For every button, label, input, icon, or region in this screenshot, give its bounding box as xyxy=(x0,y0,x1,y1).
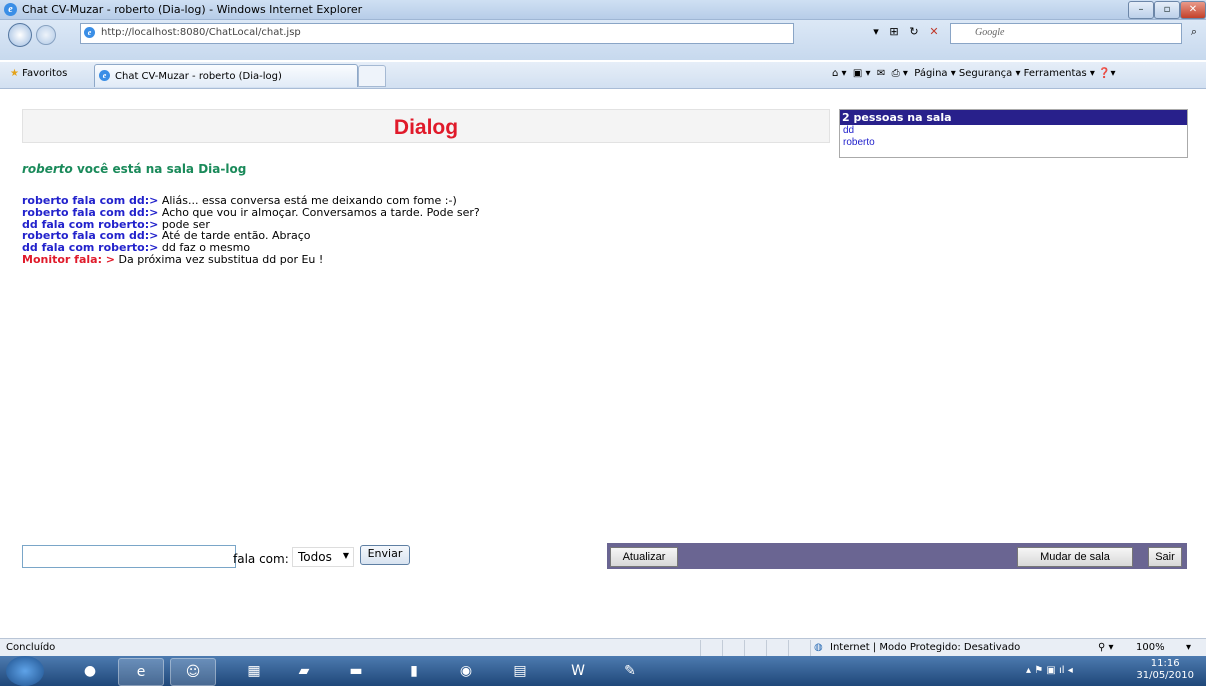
clock-date: 31/05/2010 xyxy=(1136,670,1194,681)
divider xyxy=(766,640,767,656)
message-speaker-monitor: Monitor fala: > xyxy=(22,252,116,266)
clock[interactable]: 11:16 31/05/2010 xyxy=(1136,658,1194,682)
address-bar[interactable]: e http://localhost:8080/ChatLocal/chat.j… xyxy=(80,23,794,44)
divider xyxy=(788,640,789,656)
tab-title: Chat CV-Muzar - roberto (Dia-log) xyxy=(115,71,282,82)
print-icon[interactable]: ⎙ ▾ xyxy=(892,68,908,79)
room-title: Dialog xyxy=(393,116,459,139)
users-list: 2 pessoas na sala dd roberto xyxy=(839,109,1188,158)
stop-icon[interactable]: ✕ xyxy=(926,24,942,40)
tab-row: ★ Favoritos e Chat CV-Muzar - roberto (D… xyxy=(0,62,1206,89)
protected-mode-icon[interactable]: ⚲ ▾ xyxy=(1098,642,1114,653)
new-tab-button[interactable] xyxy=(358,65,386,87)
divider xyxy=(744,640,745,656)
search-placeholder: Google xyxy=(975,27,1005,38)
message-item: Monitor fala: > Da próxima vez substitua… xyxy=(22,254,480,266)
internet-explorer-icon[interactable]: e xyxy=(118,658,164,686)
window-titlebar: e Chat CV-Muzar - roberto (Dia-log) - Wi… xyxy=(0,0,1206,20)
close-button[interactable]: ✕ xyxy=(1180,1,1206,19)
welcome-message: roberto você está na sala Dia-log xyxy=(22,162,246,176)
taskbar: ● e ☺ ▦ ▰ ▬ ▮ ◉ ▤ W ✎ ▴ ⚑ ▣ ıl ◂ 11:16 3… xyxy=(0,656,1206,686)
firefox-icon[interactable]: ● xyxy=(68,658,112,684)
recipient-select[interactable]: Todos ▼ xyxy=(292,547,354,567)
recipient-selected: Todos xyxy=(298,550,332,564)
eclipse-icon[interactable]: ◉ xyxy=(444,658,488,684)
dropdown-icon[interactable]: ▾ xyxy=(868,24,884,40)
refresh-icon[interactable]: ↻ xyxy=(906,24,922,40)
messenger-icon[interactable]: ☺ xyxy=(170,658,216,686)
page-content: Dialog 2 pessoas na sala dd roberto robe… xyxy=(0,89,1206,638)
divider xyxy=(722,640,723,656)
mail-icon[interactable]: ✉ xyxy=(877,68,885,79)
fala-com-label: fala com: xyxy=(233,552,289,566)
star-icon: ★ xyxy=(10,68,19,79)
minimize-button[interactable]: – xyxy=(1128,1,1154,19)
home-icon[interactable]: ⌂ ▾ xyxy=(832,68,847,79)
search-icon[interactable]: ⌕ xyxy=(1186,24,1202,40)
action-bar: Atualizar Mudar de sala Sair xyxy=(607,543,1187,569)
tab-active[interactable]: e Chat CV-Muzar - roberto (Dia-log) xyxy=(94,64,358,87)
message-input[interactable] xyxy=(22,545,236,568)
command-prompt-icon[interactable]: ▬ xyxy=(334,658,378,684)
help-icon[interactable]: ❓▾ xyxy=(1098,68,1115,79)
search-input[interactable]: Google xyxy=(950,23,1182,44)
refresh-button[interactable]: Atualizar xyxy=(610,547,678,567)
exit-button[interactable]: Sair xyxy=(1148,547,1182,567)
tray-icons[interactable]: ▴ ⚑ ▣ ıl ◂ xyxy=(1026,665,1073,676)
zoom-dropdown-icon[interactable]: ▾ xyxy=(1186,642,1191,653)
send-button[interactable]: Enviar xyxy=(360,545,410,565)
page-icon: e xyxy=(84,27,95,38)
command-bar[interactable]: ⌂ ▾ ▣ ▾ ✉ ⎙ ▾ Página ▾ Segurança ▾ Ferra… xyxy=(832,68,1116,79)
explorer-icon[interactable]: ▤ xyxy=(498,658,542,684)
forward-icon[interactable] xyxy=(36,25,56,45)
feeds-icon[interactable]: ▣ ▾ xyxy=(853,68,871,79)
favorites-label: Favoritos xyxy=(22,68,68,79)
chevron-down-icon: ▼ xyxy=(342,551,349,560)
calendar-icon[interactable]: ▦ xyxy=(232,658,276,684)
divider xyxy=(810,640,811,656)
window-title: Chat CV-Muzar - roberto (Dia-log) - Wind… xyxy=(22,3,363,16)
status-bar: Concluído ◍ Internet | Modo Protegido: D… xyxy=(0,638,1206,657)
message-list: roberto fala com dd:> Aliás... essa conv… xyxy=(22,195,480,266)
favorites-button[interactable]: ★ Favoritos xyxy=(10,68,67,79)
welcome-username: roberto xyxy=(22,162,73,176)
folder-icon[interactable]: ▰ xyxy=(282,658,326,684)
restore-button[interactable]: ▫ xyxy=(1154,1,1180,19)
divider xyxy=(700,640,701,656)
user-item[interactable]: roberto xyxy=(840,137,1187,149)
tab-ie-icon: e xyxy=(99,70,110,81)
change-room-button[interactable]: Mudar de sala xyxy=(1017,547,1133,567)
paint-icon[interactable]: ✎ xyxy=(608,658,652,684)
zoom-level[interactable]: 100% xyxy=(1136,642,1165,653)
start-button[interactable] xyxy=(6,656,44,686)
command-menu[interactable]: Página ▾ Segurança ▾ Ferramentas ▾ xyxy=(914,68,1095,79)
message-text: Da próxima vez substitua dd por Eu ! xyxy=(115,252,324,266)
navigation-bar: e http://localhost:8080/ChatLocal/chat.j… xyxy=(0,20,1206,60)
compatibility-icon[interactable]: ⊞ xyxy=(886,24,902,40)
app-icon[interactable]: ▮ xyxy=(392,658,436,684)
security-zone[interactable]: Internet | Modo Protegido: Desativado xyxy=(830,642,1020,653)
room-header: Dialog xyxy=(22,109,830,143)
back-icon[interactable] xyxy=(8,23,32,47)
users-count: 2 pessoas na sala xyxy=(840,110,1187,125)
globe-icon: ◍ xyxy=(814,642,823,653)
address-url: http://localhost:8080/ChatLocal/chat.jsp xyxy=(101,27,301,38)
ie-logo-icon: e xyxy=(4,3,17,16)
user-item[interactable]: dd xyxy=(840,125,1187,137)
clock-time: 11:16 xyxy=(1150,658,1180,669)
status-text: Concluído xyxy=(6,642,56,653)
word-icon[interactable]: W xyxy=(556,658,600,684)
welcome-text: você está na sala Dia-log xyxy=(72,162,247,176)
